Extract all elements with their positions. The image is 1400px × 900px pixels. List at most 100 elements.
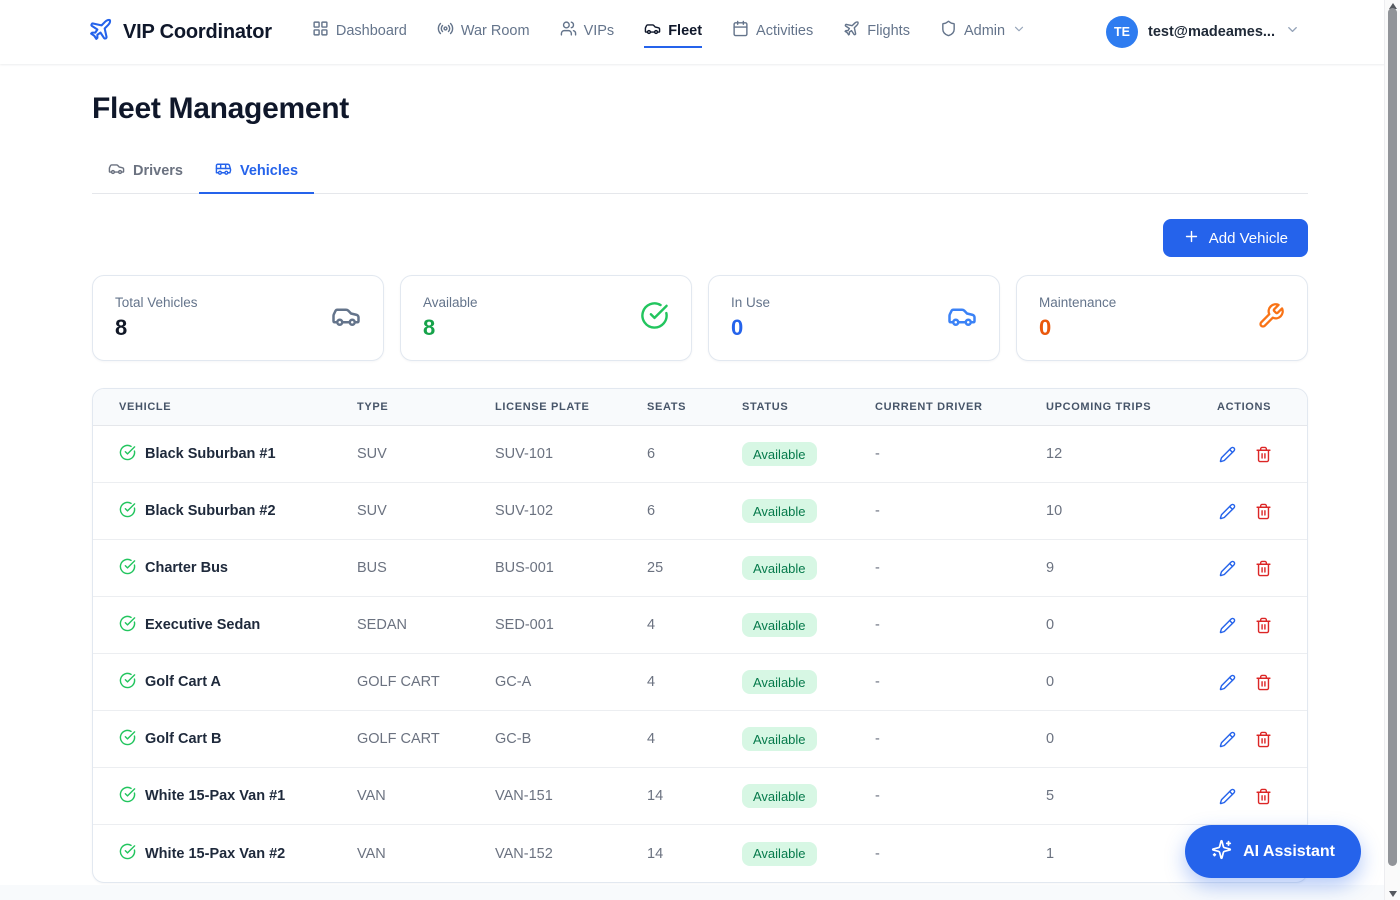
vehicle-name: Black Suburban #1 [145, 446, 276, 462]
delete-vehicle-button[interactable] [1253, 615, 1274, 636]
vehicle-name: Executive Sedan [145, 617, 260, 633]
stat-total-vehicles: Total Vehicles 8 [92, 275, 384, 361]
nav-label: Activities [756, 23, 813, 39]
edit-vehicle-button[interactable] [1217, 501, 1238, 522]
delete-vehicle-button[interactable] [1253, 558, 1274, 579]
plus-icon [1183, 228, 1200, 249]
vehicles-table: Vehicle Type License Plate Seats Status … [92, 388, 1308, 883]
ai-assistant-button[interactable]: AI Assistant [1185, 825, 1361, 878]
add-vehicle-button[interactable]: Add Vehicle [1163, 219, 1308, 257]
current-driver: - [875, 617, 1046, 633]
col-current-driver: Current Driver [875, 401, 1046, 413]
upcoming-trips: 9 [1046, 560, 1217, 576]
users-icon [560, 20, 577, 41]
edit-vehicle-button[interactable] [1217, 444, 1238, 465]
app-window: VIP Coordinator Dashboard War Room VIPs [0, 0, 1400, 900]
car-icon [108, 160, 125, 181]
license-plate: BUS-001 [495, 560, 647, 576]
license-plate: SUV-101 [495, 446, 647, 462]
vehicle-type: VAN [357, 788, 495, 804]
current-driver: - [875, 503, 1046, 519]
upcoming-trips: 0 [1046, 731, 1217, 747]
check-circle-icon [119, 729, 136, 750]
status-badge: Available [742, 842, 817, 866]
upcoming-trips: 0 [1046, 617, 1217, 633]
license-plate: GC-A [495, 674, 647, 690]
nav-activities[interactable]: Activities [732, 16, 813, 48]
vertical-scrollbar[interactable] [1384, 0, 1400, 900]
tab-label: Vehicles [240, 163, 298, 179]
current-driver: - [875, 446, 1046, 462]
edit-vehicle-button[interactable] [1217, 558, 1238, 579]
edit-vehicle-button[interactable] [1217, 672, 1238, 693]
edit-vehicle-button[interactable] [1217, 786, 1238, 807]
delete-vehicle-button[interactable] [1253, 444, 1274, 465]
vehicle-type: VAN [357, 846, 495, 862]
nav-label: VIPs [584, 23, 615, 39]
tab-vehicles[interactable]: Vehicles [199, 150, 314, 194]
calendar-icon [732, 20, 749, 41]
scroll-down-arrow[interactable] [1389, 891, 1397, 897]
col-type: Type [357, 401, 495, 413]
current-driver: - [875, 731, 1046, 747]
table-row[interactable]: Golf Cart A GOLF CART GC-A 4 Available -… [93, 654, 1307, 711]
nav-label: Fleet [668, 23, 702, 39]
status-badge: Available [742, 499, 817, 523]
current-driver: - [875, 846, 1046, 862]
tab-drivers[interactable]: Drivers [92, 150, 199, 194]
table-row[interactable]: Charter Bus BUS BUS-001 25 Available - 9 [93, 540, 1307, 597]
check-circle-icon [119, 786, 136, 807]
nav-vips[interactable]: VIPs [560, 16, 615, 48]
table-row[interactable]: Golf Cart B GOLF CART GC-B 4 Available -… [93, 711, 1307, 768]
shield-icon [940, 20, 957, 41]
current-driver: - [875, 788, 1046, 804]
seats-count: 4 [647, 617, 742, 633]
status-badge: Available [742, 670, 817, 694]
stat-label: In Use [731, 295, 770, 310]
nav-dashboard[interactable]: Dashboard [312, 16, 407, 48]
license-plate: SED-001 [495, 617, 647, 633]
table-row[interactable]: Black Suburban #1 SUV SUV-101 6 Availabl… [93, 426, 1307, 483]
nav-admin[interactable]: Admin [940, 16, 1026, 48]
table-row[interactable]: White 15-Pax Van #2 VAN VAN-152 14 Avail… [93, 825, 1307, 882]
plane-logo-icon [88, 17, 113, 47]
col-upcoming-trips: Upcoming Trips [1046, 401, 1217, 413]
nav-fleet[interactable]: Fleet [644, 16, 702, 48]
delete-vehicle-button[interactable] [1253, 501, 1274, 522]
nav-war-room[interactable]: War Room [437, 16, 530, 48]
app-header: VIP Coordinator Dashboard War Room VIPs [0, 0, 1400, 64]
edit-vehicle-button[interactable] [1217, 729, 1238, 750]
delete-vehicle-button[interactable] [1253, 729, 1274, 750]
col-seats: Seats [647, 401, 742, 413]
vehicle-name: White 15-Pax Van #2 [145, 846, 285, 862]
vehicle-type: SEDAN [357, 617, 495, 633]
seats-count: 14 [647, 846, 742, 862]
edit-vehicle-button[interactable] [1217, 615, 1238, 636]
check-circle-icon [119, 501, 136, 522]
user-menu[interactable]: TE test@madeames... [1106, 16, 1300, 48]
brand[interactable]: VIP Coordinator [88, 17, 272, 47]
delete-vehicle-button[interactable] [1253, 786, 1274, 807]
table-row[interactable]: Executive Sedan SEDAN SED-001 4 Availabl… [93, 597, 1307, 654]
stat-value: 8 [423, 315, 478, 341]
vehicle-name: Golf Cart A [145, 674, 221, 690]
nav-flights[interactable]: Flights [843, 16, 910, 48]
nav-label: War Room [461, 23, 530, 39]
sparkles-icon [1211, 839, 1232, 865]
car-icon [644, 20, 661, 41]
check-circle-icon [119, 615, 136, 636]
main-content: Fleet Management Drivers Vehicles Add Ve… [0, 64, 1400, 885]
nav-label: Dashboard [336, 23, 407, 39]
check-circle-icon [119, 444, 136, 465]
vehicle-type: GOLF CART [357, 674, 495, 690]
car-icon [331, 301, 361, 336]
delete-vehicle-button[interactable] [1253, 672, 1274, 693]
dashboard-grid-icon [312, 20, 329, 41]
table-row[interactable]: Black Suburban #2 SUV SUV-102 6 Availabl… [93, 483, 1307, 540]
avatar: TE [1106, 16, 1138, 48]
car-icon [947, 301, 977, 336]
vehicle-name: White 15-Pax Van #1 [145, 788, 285, 804]
scrollbar-thumb[interactable] [1388, 8, 1397, 866]
vehicle-name: Charter Bus [145, 560, 228, 576]
table-row[interactable]: White 15-Pax Van #1 VAN VAN-151 14 Avail… [93, 768, 1307, 825]
